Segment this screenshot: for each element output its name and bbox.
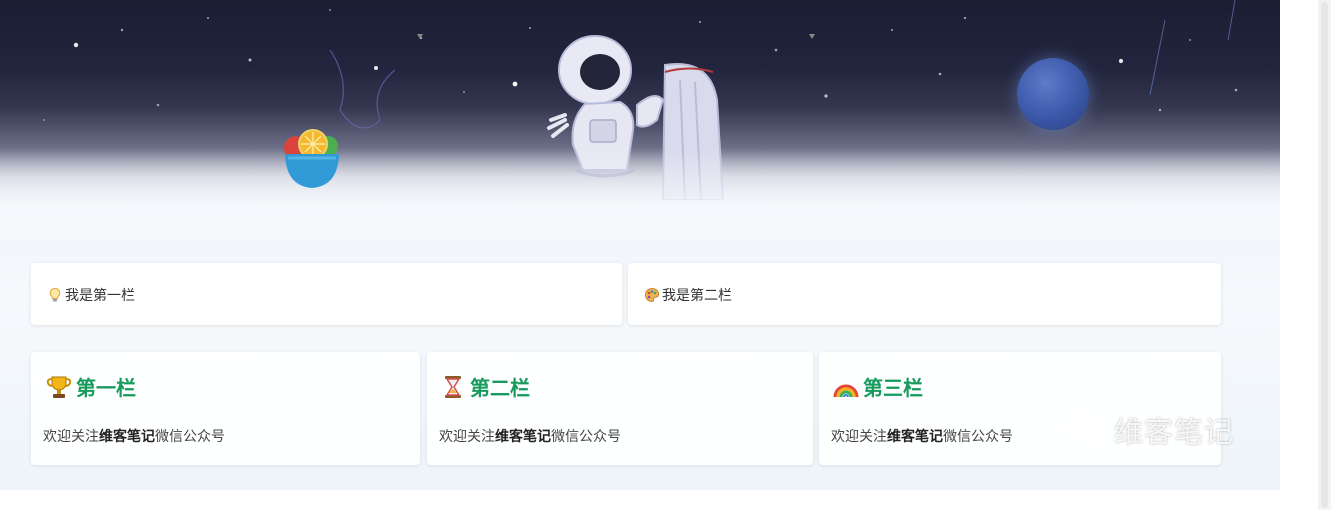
column-card-first: 第一栏 欢迎关注维客笔记微信公众号 bbox=[31, 352, 420, 465]
trophy-icon bbox=[46, 376, 72, 398]
second-column-description: 欢迎关注维客笔记微信公众号 bbox=[439, 429, 621, 445]
first-column-label: 我是第一栏 bbox=[65, 288, 135, 304]
column-card-first-simple: 我是第一栏 bbox=[31, 263, 622, 325]
scrollbar-thumb[interactable] bbox=[1321, 2, 1328, 508]
watermark-text: 维客笔记 bbox=[1114, 415, 1235, 449]
first-column-title: 第一栏 bbox=[76, 376, 136, 400]
palette-icon bbox=[645, 288, 659, 302]
third-column-description: 欢迎关注维客笔记微信公众号 bbox=[831, 429, 1013, 445]
wechat-watermark: 维客笔记 bbox=[1066, 408, 1234, 452]
cloud-haze bbox=[0, 150, 1280, 240]
third-column-title: 第三栏 bbox=[863, 376, 923, 400]
planet-decoration bbox=[1017, 58, 1089, 130]
first-column-description: 欢迎关注维客笔记微信公众号 bbox=[43, 429, 225, 445]
wechat-icon bbox=[1066, 413, 1105, 445]
column-card-second: 第二栏 欢迎关注维客笔记微信公众号 bbox=[427, 352, 813, 465]
hourglass-icon bbox=[445, 375, 461, 398]
header-banner: 我是第一栏 我是第二栏 第一栏 欢迎关注维客笔记微信公众号 第二栏 欢迎关注维客… bbox=[0, 0, 1280, 490]
rainbow-icon bbox=[833, 384, 859, 397]
fruit-bowl-logo bbox=[284, 129, 339, 188]
chevron-down-icon[interactable] bbox=[417, 34, 423, 39]
chevron-down-icon[interactable] bbox=[809, 34, 815, 39]
second-column-title: 第二栏 bbox=[470, 376, 530, 400]
vertical-scrollbar[interactable] bbox=[1318, 0, 1331, 510]
second-column-label: 我是第二栏 bbox=[662, 288, 732, 304]
lightbulb-icon bbox=[49, 287, 61, 302]
column-card-second-simple: 我是第二栏 bbox=[628, 263, 1221, 325]
